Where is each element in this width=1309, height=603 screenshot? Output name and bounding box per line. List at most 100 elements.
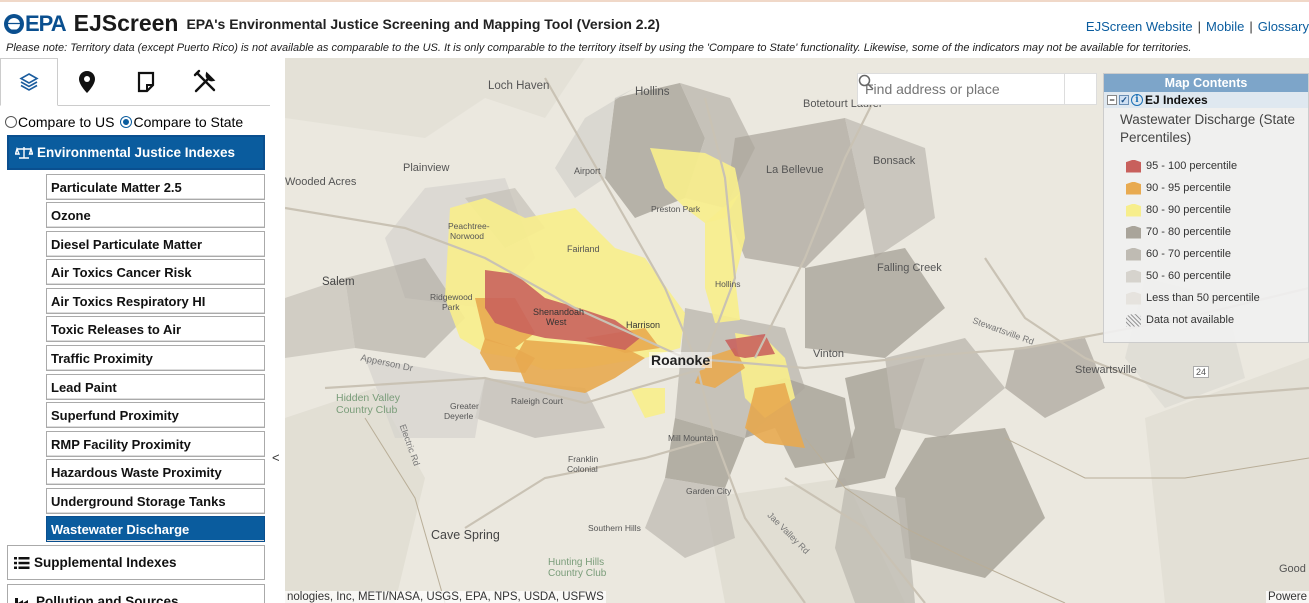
info-icon[interactable]: i xyxy=(1131,94,1143,106)
indicator-hazardous-waste[interactable]: Hazardous Waste Proximity xyxy=(46,459,265,485)
powered-by[interactable]: Powere xyxy=(1266,591,1309,603)
map-attribution: nologies, Inc, METI/NASA, USGS, EPA, NPS… xyxy=(285,591,606,603)
epa-logo[interactable]: EPA EJScreen EPA's Environmental Justice… xyxy=(4,10,660,37)
indicator-traffic[interactable]: Traffic Proximity xyxy=(46,345,265,371)
place-label: Park xyxy=(442,302,460,312)
place-label: Greater xyxy=(450,401,479,411)
tab-reports[interactable] xyxy=(117,58,175,106)
factory-icon xyxy=(14,595,32,603)
place-label: Country Club xyxy=(548,568,607,579)
tab-layers[interactable] xyxy=(0,58,58,106)
category-pollution[interactable]: Pollution and Sources xyxy=(7,584,265,603)
place-label: Preston Park xyxy=(651,204,701,214)
tab-tools[interactable] xyxy=(176,58,234,106)
place-label: Good xyxy=(1279,563,1306,575)
top-header: EPA EJScreen EPA's Environmental Justice… xyxy=(0,0,1309,40)
place-label: Plainview xyxy=(403,162,450,174)
report-icon xyxy=(137,71,155,93)
legend-swatch xyxy=(1126,247,1141,261)
legend-item: 95 - 100 percentile xyxy=(1104,155,1308,177)
indicator-air-toxics-cancer[interactable]: Air Toxics Cancer Risk xyxy=(46,259,265,285)
category-pollution-label: Pollution and Sources xyxy=(36,594,179,603)
legend-swatch xyxy=(1126,203,1141,217)
place-label: Stewartsville xyxy=(1075,364,1137,376)
place-label: Falling Creek xyxy=(877,262,942,274)
glossary-link[interactable]: Glossary xyxy=(1258,19,1309,34)
tab-place[interactable] xyxy=(58,58,116,106)
app-subtitle: EPA's Environmental Justice Screening an… xyxy=(186,15,660,32)
map-contents-legend: Map Contents − ✓ i EJ Indexes Wastewater… xyxy=(1103,73,1309,343)
place-label: Fairland xyxy=(567,244,600,254)
mobile-link[interactable]: Mobile xyxy=(1206,19,1244,34)
search-icon xyxy=(858,74,874,90)
indicator-rmp[interactable]: RMP Facility Proximity xyxy=(46,431,265,457)
tools-icon xyxy=(193,69,216,93)
place-label: Garden City xyxy=(686,486,732,496)
category-ej-indexes[interactable]: Environmental Justice Indexes xyxy=(7,135,265,170)
indicator-ust[interactable]: Underground Storage Tanks xyxy=(46,488,265,514)
place-label: Shenandoah xyxy=(533,307,585,317)
compare-state-radio[interactable] xyxy=(120,116,133,128)
collapse-layer-icon[interactable]: − xyxy=(1107,95,1117,105)
indicator-diesel-pm[interactable]: Diesel Particulate Matter xyxy=(46,231,265,257)
indicator-toxic-releases[interactable]: Toxic Releases to Air xyxy=(46,316,265,342)
legend-title: Wastewater Discharge (State Percentiles) xyxy=(1120,112,1296,145)
indicator-air-toxics-resp[interactable]: Air Toxics Respiratory HI xyxy=(46,288,265,314)
place-label: Bonsack xyxy=(873,155,916,167)
legend-item: Less than 50 percentile xyxy=(1104,287,1308,309)
legend-item: 80 - 90 percentile xyxy=(1104,199,1308,221)
compare-us-label[interactable]: Compare to US xyxy=(18,114,114,130)
place-label: Ridgewood xyxy=(430,292,473,302)
epa-globe-icon xyxy=(4,13,24,34)
legend-swatch xyxy=(1126,159,1141,173)
place-label: Hollins xyxy=(715,279,741,289)
legend-item: 70 - 80 percentile xyxy=(1104,221,1308,243)
place-label: Country Club xyxy=(336,404,398,416)
layer-checkbox[interactable]: ✓ xyxy=(1119,95,1129,105)
category-ej-indexes-label: Environmental Justice Indexes xyxy=(37,145,236,160)
list-icon xyxy=(14,556,30,570)
route-shield: 24 xyxy=(1193,366,1210,378)
indicator-pm25[interactable]: Particulate Matter 2.5 xyxy=(46,174,265,200)
place-label: Harrison xyxy=(626,320,661,330)
place-label: Southern Hills xyxy=(588,523,641,533)
place-label: Franklin xyxy=(568,454,599,464)
place-label: Raleigh Court xyxy=(511,396,563,406)
app-title: EJScreen xyxy=(73,10,179,36)
scale-icon xyxy=(15,146,33,160)
category-supplemental[interactable]: Supplemental Indexes xyxy=(7,545,265,580)
category-supplemental-label: Supplemental Indexes xyxy=(34,555,177,570)
indicator-wastewater[interactable]: Wastewater Discharge xyxy=(46,516,265,542)
map-view[interactable]: Loch Haven Hollins Botetourt Laurel Plai… xyxy=(285,58,1309,603)
legend-swatch xyxy=(1126,313,1141,327)
collapse-panel-button[interactable]: < xyxy=(272,450,280,465)
place-label: Loch Haven xyxy=(488,80,550,92)
address-search xyxy=(857,73,1097,105)
legend-item: 50 - 60 percentile xyxy=(1104,265,1308,287)
compare-options: Compare to US Compare to State xyxy=(5,114,243,130)
legend-header: Map Contents xyxy=(1104,74,1308,92)
place-label: Hunting Hills xyxy=(548,557,605,568)
place-label: La Bellevue xyxy=(766,164,824,176)
legend-item: Data not available xyxy=(1104,309,1308,331)
search-button[interactable] xyxy=(858,74,1096,104)
place-label: Hollins xyxy=(635,86,670,98)
compare-state-label[interactable]: Compare to State xyxy=(133,114,243,130)
indicator-lead-paint[interactable]: Lead Paint xyxy=(46,374,265,400)
indicator-ozone[interactable]: Ozone xyxy=(46,202,265,228)
address-search-input[interactable] xyxy=(858,74,1064,104)
compare-us-radio[interactable] xyxy=(5,116,17,128)
place-label: Norwood xyxy=(450,231,485,241)
place-label: Airport xyxy=(574,166,601,176)
panel-tabs xyxy=(0,58,270,106)
place-label: Wooded Acres xyxy=(285,176,357,188)
ejscreen-website-link[interactable]: EJScreen Website xyxy=(1086,19,1193,34)
place-label: Salem xyxy=(322,276,355,288)
map-pin-icon xyxy=(79,71,95,93)
place-label: Cave Spring xyxy=(431,528,500,542)
indicator-superfund[interactable]: Superfund Proximity xyxy=(46,402,265,428)
legend-swatch xyxy=(1126,225,1141,239)
place-label: Mill Mountain xyxy=(668,433,719,443)
legend-layer-row: − ✓ i EJ Indexes xyxy=(1104,92,1308,108)
place-label: Colonial xyxy=(567,464,598,474)
